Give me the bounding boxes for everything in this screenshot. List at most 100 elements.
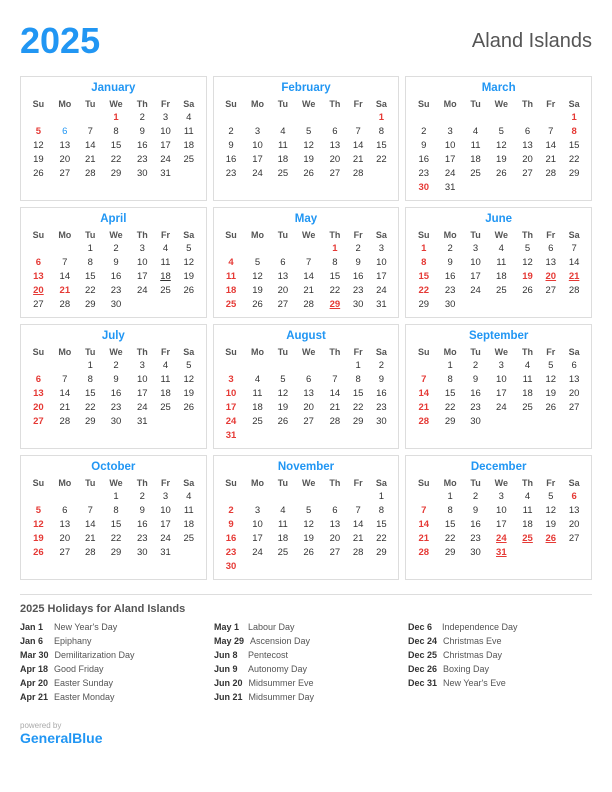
cal-day: 17 (487, 386, 516, 400)
cal-day: 5 (539, 489, 562, 503)
day-header: We (487, 229, 516, 241)
cal-table: SuMoTuWeThFrSa12345678910111213141516171… (219, 346, 394, 442)
cal-day: 10 (219, 386, 244, 400)
cal-day: 22 (79, 400, 102, 414)
cal-day (539, 297, 562, 311)
cal-day: 10 (243, 517, 271, 531)
cal-day: 30 (130, 545, 154, 559)
cal-day (562, 180, 586, 194)
day-header: Su (219, 98, 244, 110)
cal-day: 16 (436, 269, 464, 283)
cal-day: 1 (102, 110, 131, 124)
cal-day: 26 (271, 414, 294, 428)
cal-day: 28 (539, 166, 562, 180)
cal-day: 18 (177, 138, 201, 152)
cal-day: 23 (130, 531, 154, 545)
day-header: Su (411, 346, 436, 358)
cal-day (219, 489, 244, 503)
cal-day: 25 (464, 166, 487, 180)
day-header: Fr (347, 477, 370, 489)
cal-day: 14 (51, 269, 79, 283)
day-header: Su (219, 346, 244, 358)
cal-day: 12 (177, 372, 201, 386)
cal-day: 14 (51, 386, 79, 400)
cal-day (26, 358, 51, 372)
holiday-date: May 29 (214, 635, 244, 649)
cal-day: 31 (154, 545, 177, 559)
cal-day: 24 (487, 400, 516, 414)
holiday-name: Boxing Day (443, 663, 489, 677)
holiday-date: Apr 21 (20, 691, 48, 705)
cal-day: 7 (51, 372, 79, 386)
cal-day: 16 (102, 269, 131, 283)
cal-day: 11 (219, 269, 244, 283)
cal-day: 17 (219, 400, 244, 414)
month-block-september: SeptemberSuMoTuWeThFrSa12345678910111213… (405, 324, 592, 449)
cal-day (562, 545, 586, 559)
holiday-name: Independence Day (442, 621, 518, 635)
cal-table: SuMoTuWeThFrSa12345678910111213141516171… (26, 229, 201, 311)
day-header: We (294, 346, 323, 358)
cal-day: 9 (370, 372, 394, 386)
cal-day: 17 (130, 269, 154, 283)
cal-day: 21 (411, 400, 436, 414)
cal-day: 12 (271, 386, 294, 400)
day-header: Sa (562, 346, 586, 358)
day-header: Sa (370, 98, 394, 110)
cal-day: 11 (177, 503, 201, 517)
holiday-date: Dec 26 (408, 663, 437, 677)
day-header: Su (411, 229, 436, 241)
cal-day (516, 110, 540, 124)
day-header: Mo (51, 346, 79, 358)
cal-day: 2 (436, 241, 464, 255)
month-title: October (26, 461, 201, 473)
cal-day (323, 358, 347, 372)
cal-day (51, 358, 79, 372)
day-header: Mo (243, 229, 271, 241)
holiday-item: Jun 9Autonomy Day (214, 663, 398, 677)
day-header: Mo (243, 98, 271, 110)
cal-day: 19 (516, 269, 540, 283)
cal-day: 6 (539, 241, 562, 255)
cal-day: 5 (516, 241, 540, 255)
day-header: Su (411, 477, 436, 489)
cal-day: 12 (294, 517, 323, 531)
cal-day: 28 (79, 545, 102, 559)
cal-table: SuMoTuWeThFrSa12345678910111213141516171… (411, 229, 586, 311)
day-header: Fr (154, 346, 177, 358)
cal-day (539, 180, 562, 194)
cal-day: 27 (323, 545, 347, 559)
cal-day: 23 (347, 283, 370, 297)
day-header: Su (26, 477, 51, 489)
cal-day: 13 (294, 386, 323, 400)
cal-day: 1 (370, 110, 394, 124)
cal-day: 31 (436, 180, 464, 194)
month-title: February (219, 82, 394, 94)
month-title: January (26, 82, 201, 94)
cal-day (294, 241, 323, 255)
day-header: Tu (79, 98, 102, 110)
cal-day: 27 (562, 531, 586, 545)
cal-day: 13 (323, 138, 347, 152)
cal-day: 25 (177, 152, 201, 166)
cal-day: 17 (464, 269, 487, 283)
cal-day: 28 (411, 414, 436, 428)
cal-day: 23 (219, 545, 244, 559)
cal-day: 24 (370, 283, 394, 297)
day-header: Tu (79, 346, 102, 358)
cal-day (516, 297, 540, 311)
cal-day: 18 (154, 386, 177, 400)
cal-day: 27 (323, 166, 347, 180)
cal-day (219, 110, 244, 124)
cal-day: 16 (464, 517, 487, 531)
cal-day: 29 (436, 414, 464, 428)
cal-day (487, 110, 516, 124)
holiday-date: Jun 20 (214, 677, 243, 691)
cal-day: 12 (243, 269, 271, 283)
cal-day: 16 (102, 386, 131, 400)
cal-day: 5 (177, 241, 201, 255)
cal-day: 15 (370, 517, 394, 531)
cal-day: 21 (51, 400, 79, 414)
cal-day: 18 (243, 400, 271, 414)
cal-day: 3 (154, 110, 177, 124)
